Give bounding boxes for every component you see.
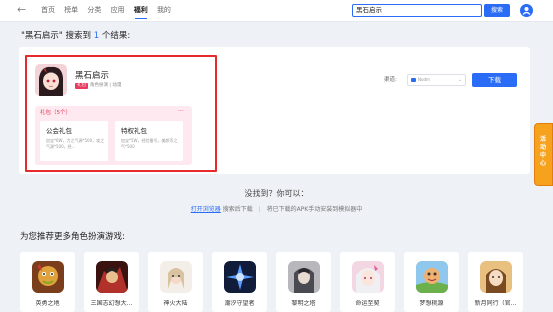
- nav-mine[interactable]: 我的: [153, 6, 175, 15]
- channel-value: Nodm: [418, 77, 430, 82]
- channel-label: 渠道:: [384, 77, 397, 83]
- rec-game-card[interactable]: 三国志幻想大...: [84, 252, 139, 312]
- gift-desc: 加宝*6W，力之气源*500，攻之气源*500，经...: [46, 138, 105, 149]
- rec-game-card[interactable]: 梦想桃源: [404, 252, 459, 312]
- game-title: 梦想桃源: [419, 300, 444, 307]
- separator: |: [258, 206, 261, 213]
- not-found-title: 没找到？你可以：: [244, 189, 309, 198]
- game-title: 黎明之塔: [291, 300, 316, 307]
- search-button[interactable]: 搜索: [484, 4, 510, 17]
- main-nav: 首页 榜单 分类 应用 福利 我的: [37, 6, 176, 19]
- search-input[interactable]: 黑石启示: [352, 4, 482, 17]
- gift-name: 特权礼包: [121, 127, 147, 135]
- channel-select[interactable]: Nodm ⌄: [407, 74, 466, 86]
- more-icon[interactable]: ···: [178, 109, 184, 115]
- gift-tag: 礼包: [75, 83, 88, 89]
- game-title: 神火大陆: [163, 300, 188, 307]
- result-prefix: "黑石启示" 搜索到: [21, 31, 92, 41]
- game-title: 命运至契: [355, 300, 380, 307]
- game-title: 新月同行（官...: [474, 300, 517, 307]
- game-title: 英勇之地: [35, 300, 60, 307]
- gift-card-guild[interactable]: 公会礼包 加宝*6W，力之气源*500，攻之气源*500，经...: [40, 121, 108, 161]
- game-icon: [224, 261, 256, 293]
- game-title: 三国志幻想大...: [90, 300, 133, 307]
- gift-card-privilege[interactable]: 特权礼包 加宝*5W，经验番号，美颜币之气*500: [115, 121, 183, 161]
- nav-apps[interactable]: 应用: [107, 6, 129, 15]
- open-browser-link[interactable]: 打开浏览器: [191, 206, 221, 213]
- link-suffix: 搜索后下载: [222, 206, 253, 213]
- genre-text: 角色扮演 | 动漫: [90, 83, 122, 88]
- gift-title: 礼包（5个）: [40, 110, 71, 116]
- rec-game-card[interactable]: 潮汐守望者: [212, 252, 267, 312]
- rec-game-card[interactable]: 新月同行（官...: [468, 252, 523, 312]
- top-bar: ← 首页 榜单 分类 应用 福利 我的 黑石启示 搜索: [0, 0, 553, 22]
- nav-welfare[interactable]: 福利: [130, 6, 152, 19]
- game-icon: [32, 261, 64, 293]
- recommend-title: 为您推荐更多角色扮演游戏:: [20, 232, 125, 242]
- game-icon: [416, 261, 448, 293]
- game-icon: [480, 261, 512, 293]
- nav-home[interactable]: 首页: [37, 6, 59, 15]
- rec-game-card[interactable]: 神火大陆: [148, 252, 203, 312]
- result-suffix: 个结果:: [101, 31, 131, 41]
- chevron-down-icon: ⌄: [457, 77, 462, 83]
- gift-desc: 加宝*5W，经验番号，美颜币之气*500: [121, 138, 178, 149]
- game-icon: [160, 261, 192, 293]
- game-icon[interactable]: [35, 64, 67, 96]
- game-title: 潮汐守望者: [224, 300, 255, 307]
- game-icon: [96, 261, 128, 293]
- game-icon: [288, 261, 320, 293]
- result-summary: "黑石启示" 搜索到 1 个结果:: [21, 31, 130, 42]
- game-icon: [352, 261, 384, 293]
- gift-name: 公会礼包: [46, 127, 72, 135]
- channel-icon: [411, 78, 416, 82]
- download-button[interactable]: 下载: [472, 73, 517, 87]
- activity-center-tab[interactable]: 活动中心: [534, 123, 553, 186]
- back-arrow-icon[interactable]: ←: [17, 4, 26, 16]
- result-count: 1: [93, 31, 100, 41]
- rec-game-card[interactable]: 黎明之塔: [276, 252, 331, 312]
- rec-game-card[interactable]: 命运至契: [340, 252, 395, 312]
- user-icon[interactable]: [520, 4, 533, 17]
- nav-rank[interactable]: 榜单: [60, 6, 82, 15]
- activity-center-label: 活动中心: [539, 136, 546, 167]
- nav-category[interactable]: 分类: [83, 6, 105, 15]
- apk-hint: 将已下载的APK手动安装到模拟器中: [266, 206, 363, 213]
- game-name: 黑石启示: [75, 71, 110, 81]
- game-tags: 礼包 角色扮演 | 动漫: [75, 83, 121, 89]
- rec-game-card[interactable]: 英勇之地: [20, 252, 75, 312]
- not-found-hint: 打开浏览器 搜索后下载 | 将已下载的APK手动安装到模拟器中: [0, 206, 553, 214]
